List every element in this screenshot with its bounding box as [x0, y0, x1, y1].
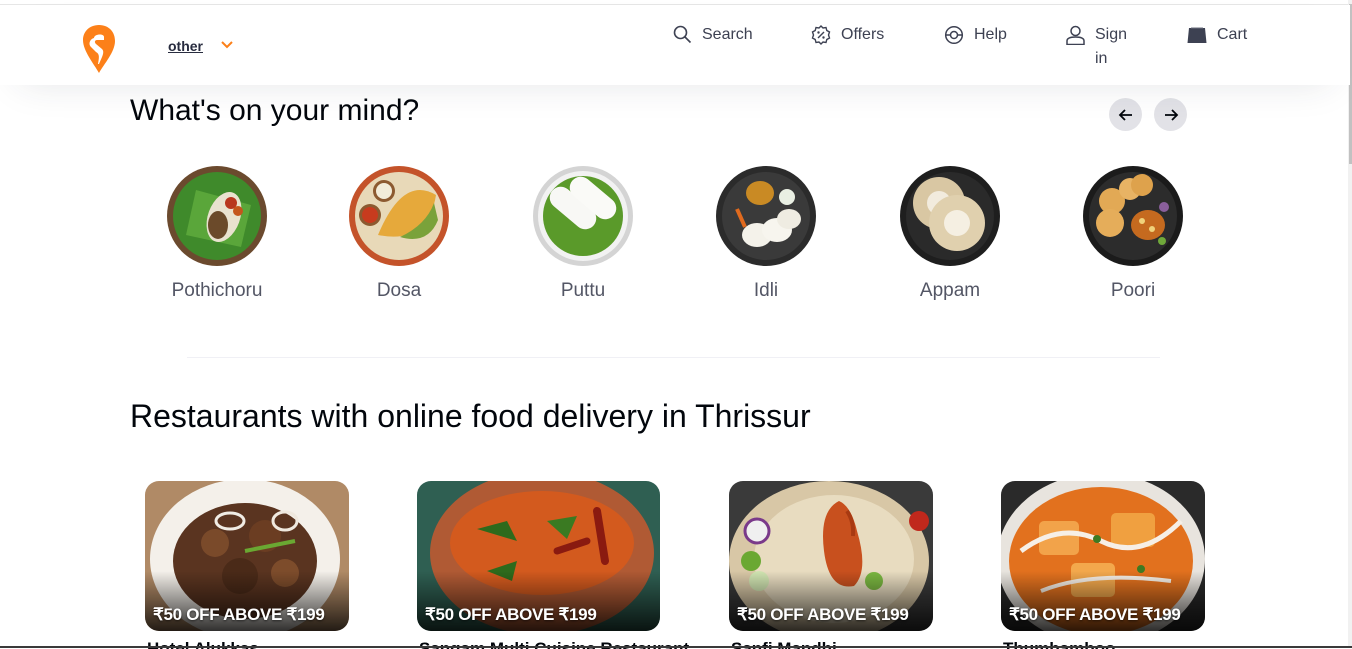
poori-plate-icon [1083, 166, 1183, 266]
arrow-left-icon [1118, 108, 1132, 121]
restaurants-section-title: Restaurants with online food delivery in… [130, 398, 811, 434]
cuisine-name: Appam [919, 280, 981, 301]
offer-label: ₹50 OFF ABOVE ₹199 [737, 605, 909, 624]
carousel-next-button[interactable] [1154, 98, 1187, 131]
idli-plate-icon [716, 166, 816, 266]
nav-signin-label: Sign in [1095, 26, 1128, 67]
cuisine-item-pothichoru[interactable]: Pothichoru [152, 165, 282, 302]
cuisine-name: Idli [753, 280, 779, 301]
restaurant-image: ₹50 OFF ABOVE ₹199 [417, 481, 660, 631]
offer-label: ₹50 OFF ABOVE ₹199 [153, 605, 325, 624]
whats-on-your-mind-title: What's on your mind? [130, 94, 420, 127]
cuisine-item-poori[interactable]: Poori [1068, 165, 1198, 302]
search-icon [673, 25, 692, 44]
location-label[interactable]: other [168, 38, 203, 54]
offer-label: ₹50 OFF ABOVE ₹199 [425, 605, 597, 624]
restaurant-card[interactable]: ₹50 OFF ABOVE ₹199 Thumbamboo [1001, 481, 1205, 649]
restaurant-card[interactable]: ₹50 OFF ABOVE ₹199 Hotel Alukkas [145, 481, 349, 649]
nav-help[interactable]: Help [944, 23, 1007, 47]
dosa-plate-icon [349, 166, 449, 266]
nav-offers-label: Offers [841, 26, 885, 43]
section-divider [187, 357, 1160, 358]
nav-signin[interactable]: Sign in [1066, 23, 1135, 71]
site-header: other Search Offers Help Sign in Cart [0, 5, 1350, 85]
nav-offers[interactable]: Offers [811, 23, 884, 47]
nav-search-label: Search [702, 26, 753, 43]
nav-help-label: Help [974, 26, 1007, 43]
offer-label: ₹50 OFF ABOVE ₹199 [1009, 605, 1181, 624]
swiggy-logo-icon[interactable] [82, 24, 116, 74]
restaurant-card[interactable]: ₹50 OFF ABOVE ₹199 Sanfi Mandhi [729, 481, 933, 649]
user-icon [1066, 25, 1085, 45]
offers-icon [811, 25, 831, 45]
restaurant-image: ₹50 OFF ABOVE ₹199 [1001, 481, 1205, 631]
arrow-right-icon [1164, 108, 1178, 121]
cuisine-item-appam[interactable]: Appam [885, 165, 1015, 302]
cuisine-item-idli[interactable]: Idli [701, 165, 831, 302]
pothichoru-plate-icon [167, 166, 267, 266]
cuisine-item-dosa[interactable]: Dosa [334, 165, 464, 302]
restaurant-card[interactable]: ₹50 OFF ABOVE ₹199 Sangam Multi Cuisine … [417, 481, 689, 649]
cuisine-name: Pothichoru [171, 280, 263, 301]
restaurant-image: ₹50 OFF ABOVE ₹199 [145, 481, 349, 631]
restaurant-image: ₹50 OFF ABOVE ₹199 [729, 481, 933, 631]
puttu-plate-icon [533, 166, 633, 266]
nav-search[interactable]: Search [673, 23, 753, 47]
nav-cart-label: Cart [1217, 26, 1248, 43]
cuisine-name: Puttu [560, 280, 606, 301]
cuisine-name: Dosa [376, 280, 422, 301]
help-lifebuoy-icon [944, 25, 964, 45]
nav-cart[interactable]: Cart [1187, 23, 1247, 47]
cuisine-item-puttu[interactable]: Puttu [518, 165, 648, 302]
cart-bag-icon [1187, 27, 1207, 43]
cuisine-name: Poori [1110, 280, 1156, 301]
appam-plate-icon [900, 166, 1000, 266]
carousel-prev-button[interactable] [1109, 98, 1142, 131]
chevron-down-icon[interactable] [220, 38, 234, 52]
